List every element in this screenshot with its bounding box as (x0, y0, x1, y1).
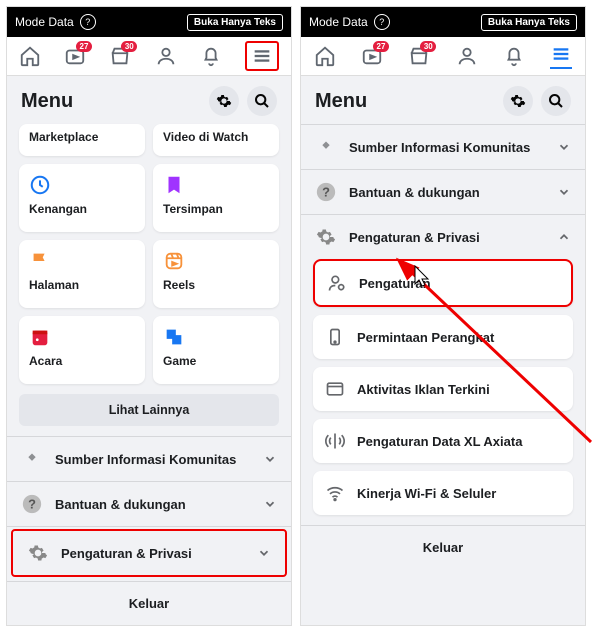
subitem-xl-data[interactable]: Pengaturan Data XL Axiata (313, 419, 573, 463)
help-icon[interactable]: ? (80, 14, 96, 30)
logout-button[interactable]: Keluar (7, 582, 291, 625)
accordion-settings-privacy-expanded[interactable]: Pengaturan & Privasi (301, 215, 585, 259)
watch-tab[interactable]: 27 (64, 45, 86, 67)
accordion-help[interactable]: ? Bantuan & dukungan (7, 482, 291, 526)
chevron-down-icon (257, 546, 271, 560)
gear-icon (27, 542, 49, 564)
antenna-icon (325, 431, 345, 451)
settings-gear-button[interactable] (209, 86, 239, 116)
menu-grid: Marketplace Video di Watch Kenangan Ters… (7, 124, 291, 384)
bookmark-icon (163, 174, 269, 196)
badge-watch: 27 (373, 41, 389, 52)
notifications-tab[interactable] (200, 45, 222, 67)
tile-video[interactable]: Video di Watch (153, 124, 279, 156)
help-icon[interactable]: ? (374, 14, 390, 30)
tile-pages[interactable]: Halaman (19, 240, 145, 308)
handshake-icon (315, 136, 337, 158)
badge-watch: 27 (76, 41, 92, 52)
device-icon (325, 327, 345, 347)
accordion-community[interactable]: Sumber Informasi Komunitas (7, 437, 291, 481)
chevron-down-icon (557, 140, 571, 154)
svg-text:?: ? (28, 497, 36, 512)
profile-tab[interactable] (155, 45, 177, 67)
tab-bar: 27 30 (301, 37, 585, 76)
menu-tab-active[interactable] (550, 43, 572, 69)
tile-marketplace[interactable]: Marketplace (19, 124, 145, 156)
tile-saved[interactable]: Tersimpan (153, 164, 279, 232)
accordion-community[interactable]: Sumber Informasi Komunitas (301, 125, 585, 169)
text-only-button[interactable]: Buka Hanya Teks (481, 14, 577, 31)
svg-text:?: ? (322, 185, 330, 200)
menu-tab-highlighted[interactable] (245, 41, 279, 71)
status-bar: Mode Data ? Buka Hanya Teks (7, 7, 291, 37)
status-bar: Mode Data ? Buka Hanya Teks (301, 7, 585, 37)
tile-gaming[interactable]: Game (153, 316, 279, 384)
badge-market: 30 (121, 41, 137, 52)
market-tab[interactable]: 30 (109, 45, 131, 67)
subitem-settings-highlighted[interactable]: Pengaturan (313, 259, 573, 307)
question-icon: ? (315, 181, 337, 203)
search-button[interactable] (541, 86, 571, 116)
gear-icon (315, 226, 337, 248)
flag-icon (29, 250, 135, 272)
person-gear-icon (327, 273, 347, 293)
reels-icon (163, 250, 269, 272)
tile-memories[interactable]: Kenangan (19, 164, 145, 232)
clock-icon (29, 174, 135, 196)
text-only-button[interactable]: Buka Hanya Teks (187, 14, 283, 31)
accordion-help[interactable]: ? Bantuan & dukungan (301, 170, 585, 214)
accordion-settings-privacy-highlighted[interactable]: Pengaturan & Privasi (11, 529, 287, 577)
tile-events[interactable]: Acara (19, 316, 145, 384)
profile-tab[interactable] (456, 45, 478, 67)
menu-header: Menu (7, 76, 291, 124)
settings-gear-button[interactable] (503, 86, 533, 116)
watch-tab[interactable]: 27 (361, 45, 383, 67)
mode-data-label: Mode Data (309, 15, 368, 29)
menu-header: Menu (301, 76, 585, 124)
chevron-down-icon (557, 185, 571, 199)
wifi-icon (325, 483, 345, 503)
gaming-icon (163, 326, 269, 348)
ads-icon (325, 379, 345, 399)
see-more-button[interactable]: Lihat Lainnya (19, 394, 279, 426)
tile-reels[interactable]: Reels (153, 240, 279, 308)
chevron-down-icon (263, 452, 277, 466)
menu-title: Menu (315, 90, 367, 113)
screenshot-left: Mode Data ? Buka Hanya Teks 27 30 (6, 6, 292, 626)
handshake-icon (21, 448, 43, 470)
chevron-up-icon (557, 230, 571, 244)
calendar-icon (29, 326, 135, 348)
subitem-device-requests[interactable]: Permintaan Perangkat (313, 315, 573, 359)
tab-bar: 27 30 (7, 37, 291, 76)
chevron-down-icon (263, 497, 277, 511)
screenshot-right: Mode Data ? Buka Hanya Teks 27 30 (300, 6, 586, 626)
badge-market: 30 (420, 41, 436, 52)
search-button[interactable] (247, 86, 277, 116)
subitem-wifi-perf[interactable]: Kinerja Wi-Fi & Seluler (313, 471, 573, 515)
notifications-tab[interactable] (503, 45, 525, 67)
home-tab[interactable] (19, 45, 41, 67)
market-tab[interactable]: 30 (408, 45, 430, 67)
question-icon: ? (21, 493, 43, 515)
home-tab[interactable] (314, 45, 336, 67)
menu-title: Menu (21, 90, 73, 113)
subitem-recent-ads[interactable]: Aktivitas Iklan Terkini (313, 367, 573, 411)
settings-privacy-sublist: Pengaturan Permintaan Perangkat Aktivita… (301, 259, 585, 515)
mode-data-label: Mode Data (15, 15, 74, 29)
